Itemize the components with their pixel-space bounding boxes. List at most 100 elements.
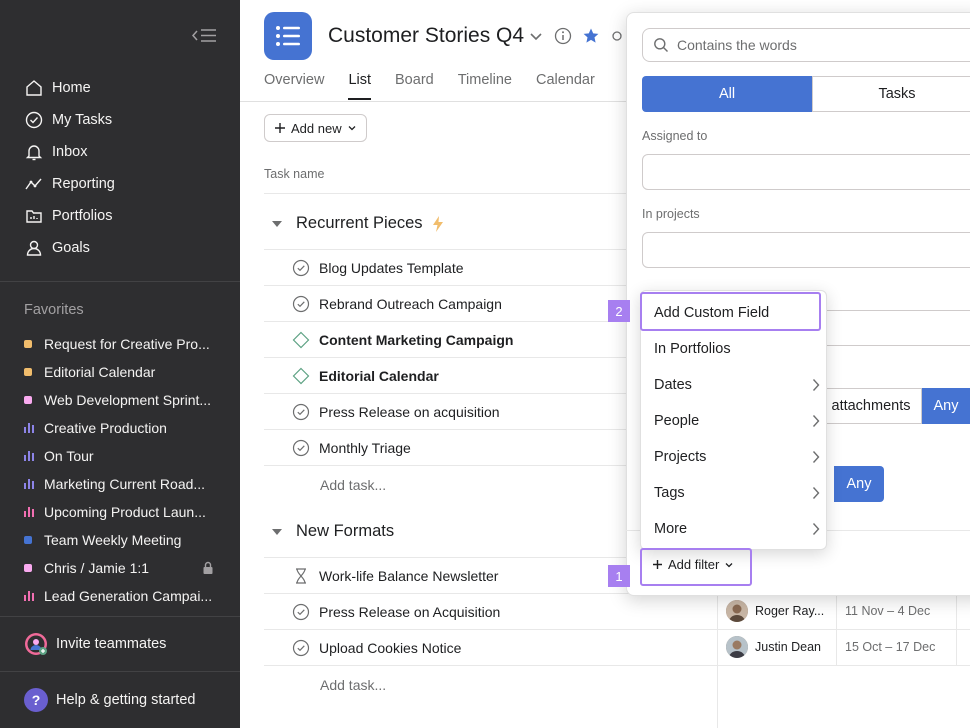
help-button[interactable]: ? Help & getting started: [24, 688, 195, 712]
check-circle-icon[interactable]: [292, 639, 310, 657]
avatar: [726, 636, 748, 658]
assignee-cell[interactable]: Justin Dean: [726, 636, 821, 658]
favorite-label: Request for Creative Pro...: [44, 336, 210, 352]
favorite-item[interactable]: Editorial Calendar: [24, 361, 224, 383]
task-row[interactable]: Blog Updates Template: [292, 257, 464, 279]
due-date[interactable]: 15 Oct – 17 Dec: [845, 640, 935, 654]
check-circle-icon[interactable]: [292, 439, 310, 457]
task-row[interactable]: Press Release on acquisition: [292, 401, 500, 423]
assigned-to-field[interactable]: [642, 154, 970, 190]
nav-my-tasks[interactable]: My Tasks: [24, 108, 112, 132]
project-color-dot: [24, 396, 32, 404]
nav-label: Portfolios: [52, 208, 113, 224]
search-input[interactable]: Contains the words: [642, 28, 970, 62]
favorite-item[interactable]: Upcoming Product Laun...: [24, 501, 224, 523]
favorite-item[interactable]: Marketing Current Road...: [24, 473, 224, 495]
tab-list[interactable]: List: [348, 72, 372, 100]
nav-inbox[interactable]: Inbox: [24, 140, 87, 164]
favorite-item[interactable]: Chris / Jamie 1:1: [24, 557, 224, 579]
in-projects-label: In projects: [642, 207, 700, 221]
tab-calendar[interactable]: Calendar: [536, 72, 595, 100]
favorite-item[interactable]: Team Weekly Meeting: [24, 529, 224, 551]
add-filter-button[interactable]: Add filter: [652, 557, 734, 572]
section-header[interactable]: Recurrent Pieces: [272, 214, 445, 233]
help-icon: ?: [24, 688, 48, 712]
milestone-diamond-icon[interactable]: [292, 367, 310, 385]
row-divider: [264, 629, 970, 630]
filter-tasks-toggle[interactable]: Tasks: [812, 76, 970, 112]
nav-portfolios[interactable]: Portfolios: [24, 204, 112, 228]
assignee-name: Roger Ray...: [755, 604, 825, 618]
collapse-caret-icon[interactable]: [272, 528, 282, 535]
task-name[interactable]: Content Marketing Campaign: [319, 332, 513, 348]
info-icon[interactable]: [554, 27, 572, 45]
project-title[interactable]: Customer Stories Q4: [328, 24, 524, 48]
task-row[interactable]: Editorial Calendar: [292, 365, 439, 387]
favorite-item[interactable]: Web Development Sprint...: [24, 389, 224, 411]
portfolio-bars-icon: [24, 507, 34, 517]
task-name[interactable]: Editorial Calendar: [319, 368, 439, 384]
invite-teammates-button[interactable]: Invite teammates: [24, 632, 166, 656]
hourglass-icon[interactable]: [292, 567, 310, 585]
chevron-down-icon[interactable]: [527, 27, 545, 45]
attachments-any-toggle[interactable]: Any: [922, 388, 970, 424]
menu-item-people[interactable]: People: [654, 410, 820, 432]
star-icon[interactable]: [582, 27, 600, 45]
check-circle-icon[interactable]: [292, 259, 310, 277]
check-circle-icon[interactable]: [292, 295, 310, 313]
task-row[interactable]: Press Release on Acquisition: [292, 601, 500, 623]
any-toggle[interactable]: Any: [834, 466, 884, 502]
nav-goals[interactable]: Goals: [24, 236, 90, 260]
row-divider: [264, 393, 644, 394]
task-row[interactable]: Work-life Balance Newsletter: [292, 565, 498, 587]
task-row[interactable]: Monthly Triage: [292, 437, 411, 459]
assignee-cell[interactable]: Roger Ray...: [726, 600, 824, 622]
chevron-right-icon: [812, 415, 820, 427]
section-header[interactable]: New Formats: [272, 522, 394, 541]
menu-item-in-portfolios[interactable]: In Portfolios: [654, 338, 820, 360]
due-date[interactable]: 11 Nov – 4 Dec: [845, 604, 930, 618]
task-name[interactable]: Work-life Balance Newsletter: [319, 568, 498, 584]
add-new-button[interactable]: Add new: [264, 114, 367, 142]
menu-item-projects[interactable]: Projects: [654, 446, 820, 468]
task-name[interactable]: Rebrand Outreach Campaign: [319, 296, 502, 312]
favorite-item[interactable]: On Tour: [24, 445, 224, 467]
task-name[interactable]: Blog Updates Template: [319, 260, 464, 276]
add-task-button[interactable]: Add task...: [320, 477, 386, 493]
plus-icon: [653, 560, 662, 569]
nav-home[interactable]: Home: [24, 76, 91, 100]
task-name[interactable]: Monthly Triage: [319, 440, 411, 456]
attachments-toggle[interactable]: attachments: [820, 388, 922, 424]
milestone-diamond-icon[interactable]: [292, 331, 310, 349]
invite-people-icon: [25, 633, 47, 655]
menu-item-dates[interactable]: Dates: [654, 374, 820, 396]
menu-item-more[interactable]: More: [654, 518, 820, 540]
tab-overview[interactable]: Overview: [264, 72, 324, 100]
nav-reporting[interactable]: Reporting: [24, 172, 115, 196]
task-row[interactable]: Content Marketing Campaign: [292, 329, 513, 351]
favorite-item[interactable]: Creative Production: [24, 417, 224, 439]
help-label: Help & getting started: [56, 692, 196, 708]
add-task-button[interactable]: Add task...: [320, 677, 386, 693]
collapse-caret-icon[interactable]: [272, 220, 282, 227]
row-divider: [264, 285, 644, 286]
filter-all-toggle[interactable]: All: [642, 76, 812, 112]
favorite-item[interactable]: Lead Generation Campai...: [24, 585, 224, 607]
tab-timeline[interactable]: Timeline: [458, 72, 512, 100]
favorite-item[interactable]: Request for Creative Pro...: [24, 333, 224, 355]
tab-board[interactable]: Board: [395, 72, 434, 100]
task-name[interactable]: Upload Cookies Notice: [319, 640, 461, 656]
menu-item-tags[interactable]: Tags: [654, 482, 820, 504]
check-circle-icon[interactable]: [292, 403, 310, 421]
sidebar-divider: [0, 671, 240, 672]
check-circle-icon[interactable]: [292, 603, 310, 621]
favorite-label: On Tour: [44, 448, 94, 464]
task-name[interactable]: Press Release on acquisition: [319, 404, 500, 420]
row-divider: [264, 321, 644, 322]
collapse-sidebar-icon[interactable]: [190, 26, 218, 46]
task-row[interactable]: Rebrand Outreach Campaign: [292, 293, 502, 315]
task-name[interactable]: Press Release on Acquisition: [319, 604, 500, 620]
in-projects-field[interactable]: [642, 232, 970, 268]
task-row[interactable]: Upload Cookies Notice: [292, 637, 461, 659]
folder-chart-icon: [26, 210, 42, 223]
